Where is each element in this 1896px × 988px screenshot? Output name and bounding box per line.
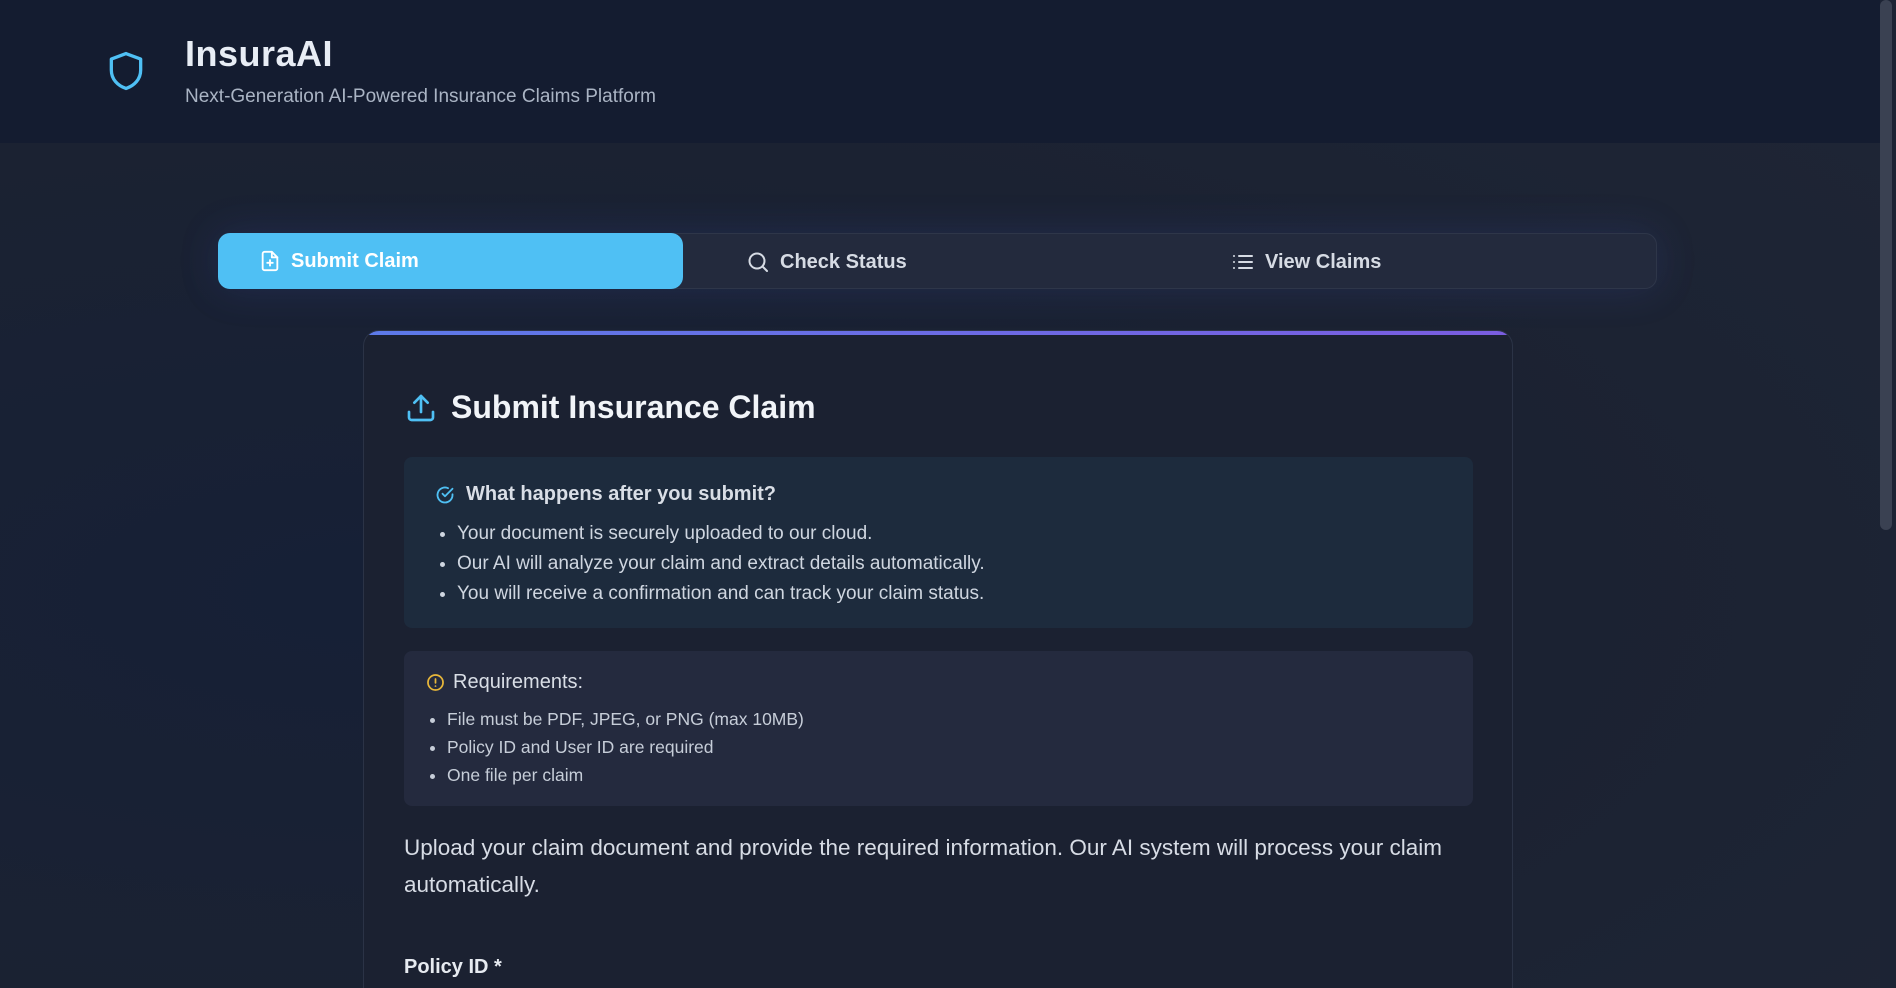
list-item: Your document is securely uploaded to ou… <box>457 519 985 549</box>
info-heading-text: What happens after you submit? <box>466 483 777 505</box>
upload-icon <box>407 394 435 422</box>
list-item: One file per claim <box>447 761 804 789</box>
list-item: Our AI will analyze your claim and extra… <box>457 549 985 579</box>
requirements-box: Requirements: File must be PDF, JPEG, or… <box>404 651 1473 806</box>
app-title: InsuraAI <box>185 33 334 74</box>
tab-label: Check Status <box>780 250 907 273</box>
tab-submit-claim[interactable]: Submit Claim <box>218 233 683 289</box>
requirements-list: File must be PDF, JPEG, or PNG (max 10MB… <box>426 705 804 789</box>
shield-icon <box>109 51 143 91</box>
list-item: You will receive a confirmation and can … <box>457 579 985 609</box>
alert-circle-icon <box>427 674 444 691</box>
list-item: Policy ID and User ID are required <box>447 733 804 761</box>
info-list: Your document is securely uploaded to ou… <box>435 519 985 609</box>
tab-check-status[interactable]: Check Status <box>746 234 907 290</box>
tab-label: View Claims <box>1265 250 1382 273</box>
search-icon <box>748 252 768 272</box>
scrollbar-thumb[interactable] <box>1880 0 1892 530</box>
card-title: Submit Insurance Claim <box>451 389 816 425</box>
app-header: InsuraAI Next-Generation AI-Powered Insu… <box>0 0 1880 143</box>
list-icon <box>1233 255 1253 269</box>
info-heading: What happens after you submit? <box>435 483 776 506</box>
tab-label: Submit Claim <box>291 249 419 272</box>
app-subtitle: Next-Generation AI-Powered Insurance Cla… <box>185 86 656 107</box>
card-accent-bar <box>364 331 1512 335</box>
main-tabs: Submit Claim Check Status View Claims <box>218 233 1657 289</box>
intro-text: Upload your claim document and provide t… <box>404 835 1442 897</box>
tab-view-claims[interactable]: View Claims <box>1231 234 1381 290</box>
submit-claim-card: Submit Insurance Claim What happens afte… <box>363 330 1513 988</box>
list-item: File must be PDF, JPEG, or PNG (max 10MB… <box>447 705 804 733</box>
requirements-heading: Requirements: <box>426 671 583 694</box>
info-box: What happens after you submit? Your docu… <box>404 457 1473 628</box>
file-plus-icon <box>261 250 279 272</box>
requirements-heading-text: Requirements: <box>453 671 584 693</box>
check-circle-icon <box>436 486 454 503</box>
policy-id-label: Policy ID * <box>404 956 502 978</box>
page: InsuraAI Next-Generation AI-Powered Insu… <box>0 0 1896 988</box>
